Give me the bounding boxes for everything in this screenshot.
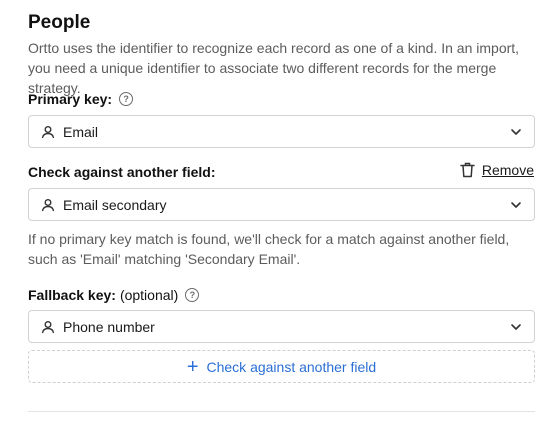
check-field-label: Check against another field: (28, 164, 216, 180)
check-field-value: Email secondary (63, 196, 167, 213)
check-field-label-row: Check against another field: (28, 164, 215, 180)
add-check-field-button[interactable]: + Check against another field (28, 350, 535, 383)
optional-label: (optional) (119, 287, 179, 303)
chevron-down-icon (510, 199, 522, 211)
chevron-down-icon (510, 126, 522, 138)
primary-key-label: Primary key: (28, 91, 113, 107)
fallback-key-label: Fallback key: (28, 287, 116, 303)
remove-button[interactable]: Remove (460, 162, 534, 178)
section-description: Ortto uses the identifier to recognize e… (28, 40, 520, 96)
remove-label: Remove (481, 162, 534, 178)
primary-key-select[interactable]: Email (28, 115, 535, 148)
fallback-key-select[interactable]: Phone number (28, 310, 535, 343)
fallback-key-value: Phone number (63, 318, 155, 335)
primary-key-value: Email (63, 123, 99, 140)
add-check-field-label: Check against another field (206, 358, 377, 375)
trash-icon (460, 162, 475, 178)
person-icon (41, 125, 55, 139)
person-icon (41, 198, 55, 212)
fallback-key-label-row: Fallback key: (optional) ? (28, 287, 200, 303)
section-title: People (28, 12, 91, 33)
help-icon[interactable]: ? (119, 92, 134, 106)
divider (28, 411, 535, 412)
person-icon (41, 320, 55, 334)
check-field-select[interactable]: Email secondary (28, 188, 535, 221)
check-field-helper-text: If no primary key match is found, we'll … (28, 231, 510, 267)
primary-key-label-row: Primary key: ? (28, 91, 134, 107)
help-icon[interactable]: ? (185, 288, 200, 302)
plus-icon: + (186, 355, 199, 378)
chevron-down-icon (510, 321, 522, 333)
